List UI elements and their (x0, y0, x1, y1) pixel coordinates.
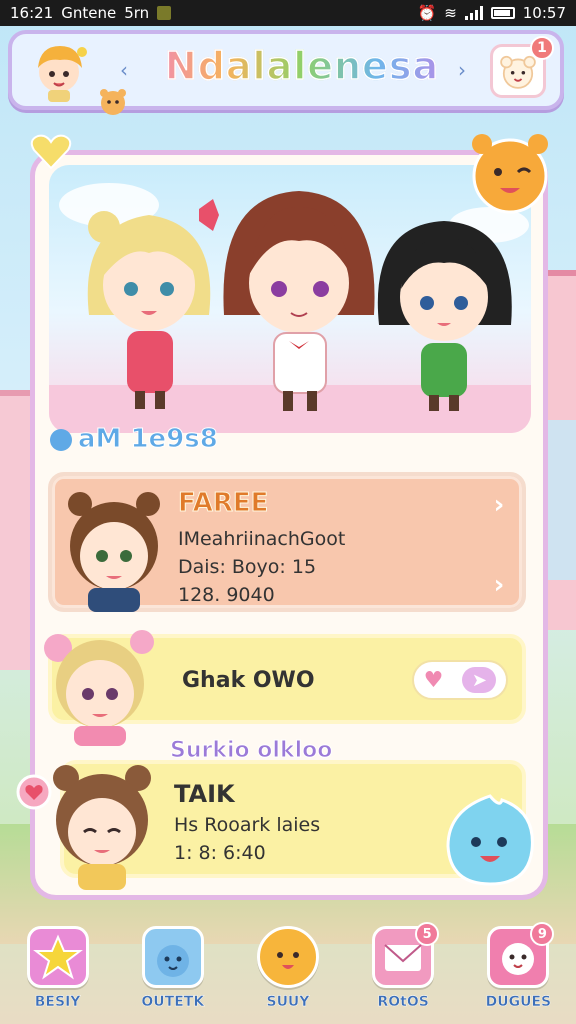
bottom-navigation: BESIY OUTETK SUUY 5 ROtOS 9 DUGUES (0, 918, 576, 1024)
chick-face-icon[interactable] (256, 926, 319, 988)
background-window (546, 420, 576, 580)
status-extra: 5rn (124, 4, 150, 22)
nav-label: SUUY (266, 994, 310, 1010)
app-header: ‹ Ndalalenesa › 1 (8, 30, 564, 115)
chevron-right-icon[interactable]: › (458, 58, 466, 82)
hero-characters-illustration (49, 183, 531, 433)
card-line: Hs Rooark laies (174, 814, 321, 836)
app-title: Ndalalenesa (152, 43, 452, 89)
heart-sparkle-icon (30, 134, 72, 170)
nav-item-besiy[interactable]: BESIY (8, 926, 108, 1010)
card-title: FAREE (177, 488, 269, 519)
nav-label: BESIY (34, 994, 81, 1010)
blonde-girl-character (87, 199, 219, 409)
nav-badge: 9 (530, 922, 555, 946)
card-line: IMeahriinachGoot (178, 528, 346, 550)
signal-icon (464, 6, 483, 20)
flower-icon (16, 774, 52, 810)
cat-face-icon[interactable] (141, 926, 204, 988)
brown-girl-character (223, 191, 375, 411)
blue-bubble-mascot (446, 794, 534, 886)
bear-boy-avatar (68, 492, 160, 612)
alarm-icon: ⏰ (417, 4, 437, 22)
section-title: aM 1e9s8 (50, 424, 219, 455)
section-title-text: aM 1e9s8 (78, 424, 219, 455)
winking-chick-mascot (472, 134, 548, 214)
card-line: Dais: Boyo: 15 (178, 556, 317, 578)
nav-label: DUGUES (485, 994, 552, 1010)
battery-icon (490, 7, 515, 19)
nav-item-dugues[interactable]: 9 DUGUES (468, 922, 568, 1010)
card-line: 1: 8: 6:40 (174, 842, 266, 864)
nav-item-rotos[interactable]: 5 ROtOS (353, 922, 453, 1010)
card-title: Ghak OWO (182, 668, 315, 693)
nav-label: ROtOS (377, 994, 429, 1010)
status-bar: 16:21 Gntene 5rn ⏰ ≋ 10:57 (0, 0, 576, 26)
status-carrier: Gntene (61, 4, 117, 22)
status-time-right: 10:57 (522, 4, 566, 22)
card-line: 128. 9040 (178, 584, 275, 606)
card-title: TAIK (174, 780, 235, 808)
nav-badge: 5 (415, 922, 440, 946)
hero-banner (49, 165, 531, 433)
notification-icon (157, 6, 172, 20)
like-share-toggle[interactable]: ♥ ➤ (412, 660, 508, 700)
chevron-left-icon[interactable]: ‹ (120, 58, 128, 82)
chevron-right-icon[interactable]: › (484, 570, 514, 600)
bear-mini-icon (100, 89, 126, 115)
chevron-right-icon[interactable]: › (484, 490, 514, 520)
nav-item-outetk[interactable]: OUTETK (123, 926, 223, 1010)
paw-icon (50, 428, 72, 451)
nav-label: OUTETK (141, 994, 205, 1010)
star-book-icon[interactable] (26, 926, 89, 988)
notification-badge: 1 (530, 36, 554, 60)
wifi-icon: ≋ (444, 4, 457, 22)
black-hair-girl-character (377, 221, 512, 411)
heart-icon[interactable]: ♥ (424, 668, 444, 693)
bear-girl-avatar (53, 765, 151, 890)
nav-item-suuy[interactable]: SUUY (238, 926, 338, 1010)
friend-card-1[interactable]: FAREE IMeahriinachGoot Dais: Boyo: 15 12… (48, 472, 526, 612)
share-arrow-icon[interactable]: ➤ (462, 667, 497, 693)
blonde-bow-girl-avatar (44, 630, 154, 746)
status-time-left: 16:21 (10, 4, 54, 22)
player-avatar[interactable] (30, 38, 88, 104)
